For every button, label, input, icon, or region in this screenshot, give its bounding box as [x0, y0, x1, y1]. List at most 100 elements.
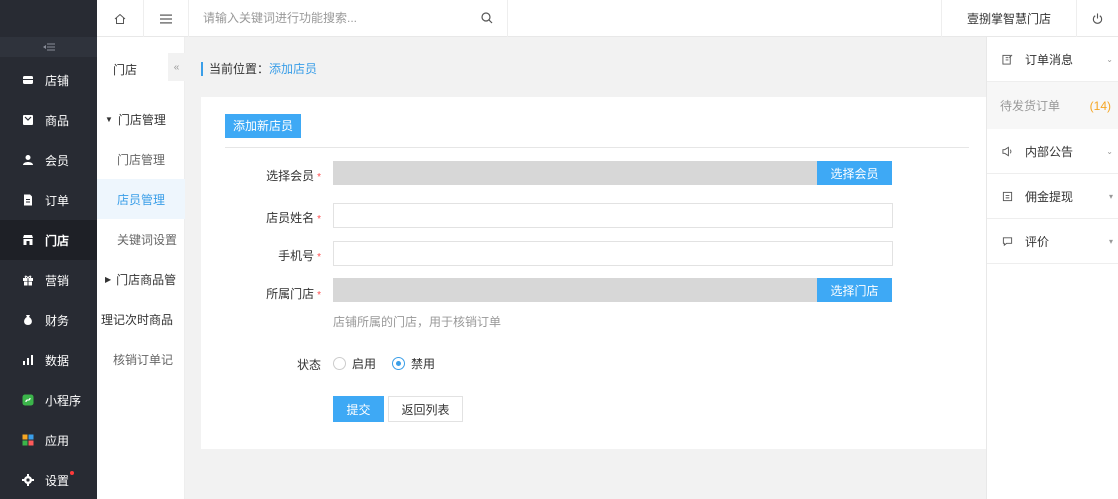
subnav-item-keyword-settings[interactable]: 关键词设置 [97, 219, 185, 259]
name-label-text: 店员姓名 [266, 211, 315, 225]
radio-circle-selected [392, 357, 405, 370]
sidebar-item-label: 商品 [45, 113, 70, 128]
gear-icon [22, 474, 34, 486]
select-member-button[interactable]: 选择会员 [817, 161, 892, 185]
chart-icon [22, 354, 34, 366]
sidebar-item-label: 设置 [45, 470, 75, 489]
radio-label: 禁用 [411, 357, 436, 371]
add-staff-button[interactable]: 添加新店员 [225, 114, 302, 138]
sidebar-item-finance[interactable]: 财务 [0, 300, 97, 340]
status-label: 状态 [296, 358, 321, 372]
select-store-button[interactable]: 选择门店 [817, 278, 892, 302]
commission-label: 佣金提现 [1025, 189, 1074, 204]
store-field [333, 278, 817, 302]
miniprogram-icon [22, 394, 34, 406]
sidebar-item-settings[interactable]: 设置 [0, 460, 97, 499]
subnav-item-verification-records[interactable]: 核销订单记 [97, 339, 185, 379]
sidebar-item-data[interactable]: 数据 [0, 340, 97, 380]
sidebar-logo-area [0, 0, 97, 37]
pending-orders-item[interactable]: 待发货订单 (14) [987, 82, 1118, 129]
form-panel: 添加新店员 选择会员 * 选择会员 店员姓名 * 手机号 * 所属门店 * 选择门店 店… [201, 97, 987, 449]
subnav-item-store-management[interactable]: 门店管理 [97, 139, 185, 179]
phone-label: 手机号 * [201, 247, 321, 264]
required-mark: * [317, 214, 321, 225]
caret-down-icon: ▾ [1108, 236, 1113, 246]
subnav-group-store-goods[interactable]: ▶ 门店商品管 [97, 259, 185, 299]
staff-name-input[interactable] [333, 203, 893, 228]
top-header: 壹捌掌智慧门店 [97, 0, 1118, 37]
phone-label-text: 手机号 [278, 249, 315, 263]
reviews-item[interactable]: 评价 ▾ [987, 219, 1118, 264]
sidebar-item-label: 店铺 [45, 73, 70, 88]
caret-down-icon: ▼ [105, 114, 113, 124]
gift-icon [22, 274, 34, 286]
sidebar-collapse-toggle[interactable] [0, 37, 97, 57]
subnav-title: 门店 [113, 63, 138, 77]
double-chevron-left-icon: « [173, 61, 180, 73]
finance-icon [22, 314, 34, 326]
search-input[interactable] [189, 0, 459, 36]
settings-label-text: 设置 [45, 473, 70, 488]
name-label: 店员姓名 * [201, 209, 321, 226]
subnav-item-timed-goods[interactable]: 理记次时商品 [97, 299, 185, 339]
member-label-text: 选择会员 [266, 169, 315, 183]
search-box [189, 0, 508, 37]
required-mark: * [317, 290, 321, 301]
announcements-item[interactable]: 内部公告 ⌄ [987, 129, 1118, 174]
caret-down-icon: ▾ [1108, 191, 1113, 201]
caret-right-icon: ▶ [105, 274, 112, 284]
status-radio-disable[interactable]: 禁用 [392, 355, 435, 372]
subnav-collapse-button[interactable]: « [168, 53, 185, 81]
store-hint: 店铺所属的门店，用于核销订单 [333, 315, 502, 329]
sidebar-item-orders[interactable]: 订单 [0, 180, 97, 220]
notification-dot [70, 470, 75, 475]
breadcrumb: 当前位置：添加店员 [201, 62, 317, 76]
order-messages-item[interactable]: 订单消息 ⌄ [987, 37, 1118, 82]
edit-icon [1002, 54, 1013, 65]
breadcrumb-current[interactable]: 添加店员 [269, 62, 317, 76]
submit-button[interactable]: 提交 [333, 396, 384, 422]
home-button[interactable] [97, 0, 144, 37]
sidebar-item-goods[interactable]: 商品 [0, 100, 97, 140]
shop-name-button[interactable]: 壹捌掌智慧门店 [941, 0, 1076, 37]
sidebar-item-apps[interactable]: 应用 [0, 420, 97, 460]
radio-circle [333, 357, 346, 370]
commission-item[interactable]: 佣金提现 ▾ [987, 174, 1118, 219]
subnav-item-staff-management[interactable]: 店员管理 [97, 179, 185, 219]
pending-orders-count: (14) [1089, 98, 1111, 113]
menu-button[interactable] [144, 0, 189, 37]
sidebar-item-store[interactable]: 店铺 [0, 60, 97, 100]
chevron-down-icon: ⌄ [1106, 54, 1113, 64]
sidebar-item-marketing[interactable]: 营销 [0, 260, 97, 300]
search-icon[interactable] [481, 12, 493, 24]
divider [225, 147, 969, 148]
shop-icon [22, 234, 34, 246]
store-icon [22, 74, 34, 86]
logout-button[interactable] [1076, 0, 1118, 37]
required-mark: * [317, 252, 321, 263]
sidebar-item-label: 订单 [45, 193, 70, 208]
sidebar-item-members[interactable]: 会员 [0, 140, 97, 180]
pending-orders-label: 待发货订单 [1000, 99, 1061, 113]
back-to-list-button[interactable]: 返回列表 [388, 396, 463, 422]
goods-icon [22, 114, 34, 126]
sidebar-item-label: 应用 [45, 433, 70, 448]
status-radio-enable[interactable]: 启用 [333, 355, 376, 372]
announcements-label: 内部公告 [1025, 144, 1074, 159]
order-icon [22, 194, 34, 206]
subnav-group-store-management[interactable]: ▼ 门店管理 [97, 99, 185, 139]
required-mark: * [317, 172, 321, 183]
home-icon [114, 13, 126, 24]
comment-icon [1002, 236, 1013, 246]
subnav-group-label: 门店商品管 [116, 272, 177, 287]
speaker-icon [1002, 146, 1012, 156]
sidebar-item-label: 门店 [45, 233, 70, 248]
sidebar-item-label: 营销 [45, 273, 70, 288]
wallet-icon [1002, 191, 1013, 201]
sidebar-item-miniprogram[interactable]: 小程序 [0, 380, 97, 420]
phone-input[interactable] [333, 241, 893, 266]
store-label-text: 所属门店 [266, 287, 315, 301]
sidebar-item-shop[interactable]: 门店 [0, 220, 97, 260]
chevron-down-icon: ⌄ [1106, 146, 1113, 156]
right-panel: 订单消息 ⌄ 待发货订单 (14) 内部公告 ⌄ 佣金提现 ▾ 评价 ▾ [986, 37, 1118, 499]
